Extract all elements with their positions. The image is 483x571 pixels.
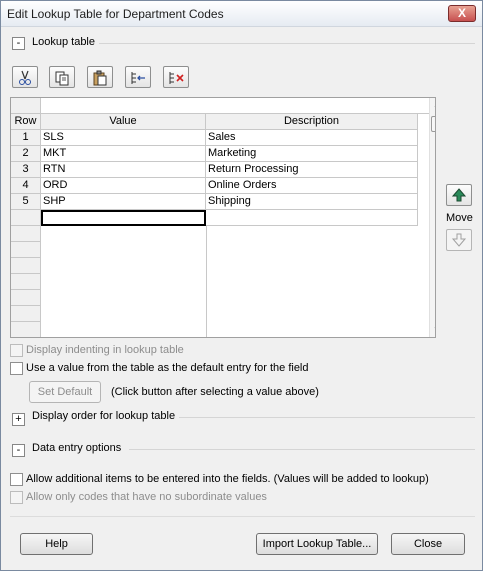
copy-icon — [55, 71, 69, 86]
allow-only-codes-checkbox[interactable] — [10, 491, 23, 504]
help-button[interactable]: Help — [20, 533, 93, 555]
allow-additional-label: Allow additional items to be entered int… — [26, 473, 429, 485]
import-lookup-button[interactable]: Import Lookup Table... — [256, 533, 378, 555]
value-cell[interactable]: ORD — [41, 178, 206, 194]
corner-cell — [11, 98, 41, 114]
lookup-grid[interactable]: Row Value Description 1 SLS Sales 2 MKT … — [10, 97, 436, 338]
row-number — [11, 210, 41, 226]
use-default-checkbox[interactable] — [10, 362, 23, 375]
row-number: 4 — [11, 178, 41, 194]
display-indenting-label: Display indenting in lookup table — [26, 344, 184, 356]
close-window-button[interactable]: X — [448, 5, 476, 22]
description-cell[interactable] — [206, 210, 418, 226]
value-header[interactable]: Value — [41, 114, 206, 130]
move-down-button[interactable] — [446, 229, 472, 251]
move-up-button[interactable] — [446, 184, 472, 206]
display-indenting-checkbox[interactable] — [10, 344, 23, 357]
row-number — [11, 322, 41, 337]
cut-button[interactable] — [12, 66, 38, 88]
lookup-table-label: Lookup table — [32, 36, 95, 48]
delete-row-button[interactable] — [163, 66, 189, 88]
row-number — [11, 242, 41, 258]
row-number — [11, 306, 41, 322]
cut-icon — [19, 70, 31, 85]
value-cell[interactable]: RTN — [41, 162, 206, 178]
divider — [179, 417, 475, 418]
set-default-button[interactable]: Set Default — [29, 381, 101, 403]
divider — [99, 43, 475, 44]
row-number: 2 — [11, 146, 41, 162]
copy-button[interactable] — [49, 66, 75, 88]
display-order-toggle[interactable]: + — [12, 413, 25, 426]
grid-scrollbar[interactable]: ▲ ▼ — [429, 98, 435, 337]
allow-additional-checkbox[interactable] — [10, 473, 23, 486]
paste-icon — [93, 70, 107, 86]
scroll-thumb[interactable] — [431, 116, 435, 132]
description-cell[interactable]: Return Processing — [206, 162, 418, 178]
row-number — [11, 258, 41, 274]
description-header[interactable]: Description — [206, 114, 418, 130]
description-cell[interactable]: Shipping — [206, 194, 418, 210]
set-default-hint: (Click button after selecting a value ab… — [111, 386, 319, 398]
close-button[interactable]: Close — [391, 533, 465, 555]
value-cell[interactable]: MKT — [41, 146, 206, 162]
description-cell[interactable]: Online Orders — [206, 178, 418, 194]
use-default-label: Use a value from the table as the defaul… — [26, 362, 309, 374]
active-value-cell[interactable] — [41, 210, 206, 226]
row-number: 3 — [11, 162, 41, 178]
top-blank-row — [41, 98, 429, 114]
arrow-down-icon — [451, 233, 467, 247]
dialog-title: Edit Lookup Table for Department Codes — [7, 7, 224, 21]
arrow-up-icon — [451, 188, 467, 202]
paste-button[interactable] — [87, 66, 113, 88]
value-cell[interactable]: SHP — [41, 194, 206, 210]
row-number: 1 — [11, 130, 41, 146]
insert-row-icon — [131, 72, 145, 84]
move-label: Move — [446, 212, 473, 224]
insert-row-button[interactable] — [125, 66, 151, 88]
data-entry-toggle[interactable]: - — [12, 444, 25, 457]
row-number — [11, 226, 41, 242]
row-number — [11, 274, 41, 290]
title-bar: Edit Lookup Table for Department Codes X — [1, 1, 482, 27]
row-number: 5 — [11, 194, 41, 210]
divider — [10, 516, 475, 517]
scroll-down-icon[interactable]: ▼ — [433, 325, 435, 334]
description-cell[interactable]: Marketing — [206, 146, 418, 162]
divider — [129, 449, 475, 450]
data-entry-label: Data entry options — [32, 442, 122, 454]
display-order-label: Display order for lookup table — [32, 410, 176, 422]
row-header: Row — [11, 114, 41, 130]
description-cell[interactable]: Sales — [206, 130, 418, 146]
column-divider — [206, 226, 207, 337]
scroll-up-icon[interactable]: ▲ — [433, 100, 435, 109]
row-number — [11, 290, 41, 306]
edit-lookup-dialog: Edit Lookup Table for Department Codes X… — [0, 0, 483, 571]
delete-row-icon — [169, 72, 184, 84]
value-cell[interactable]: SLS — [41, 130, 206, 146]
lookup-table-toggle[interactable]: - — [12, 37, 25, 50]
allow-only-codes-label: Allow only codes that have no subordinat… — [26, 491, 267, 503]
